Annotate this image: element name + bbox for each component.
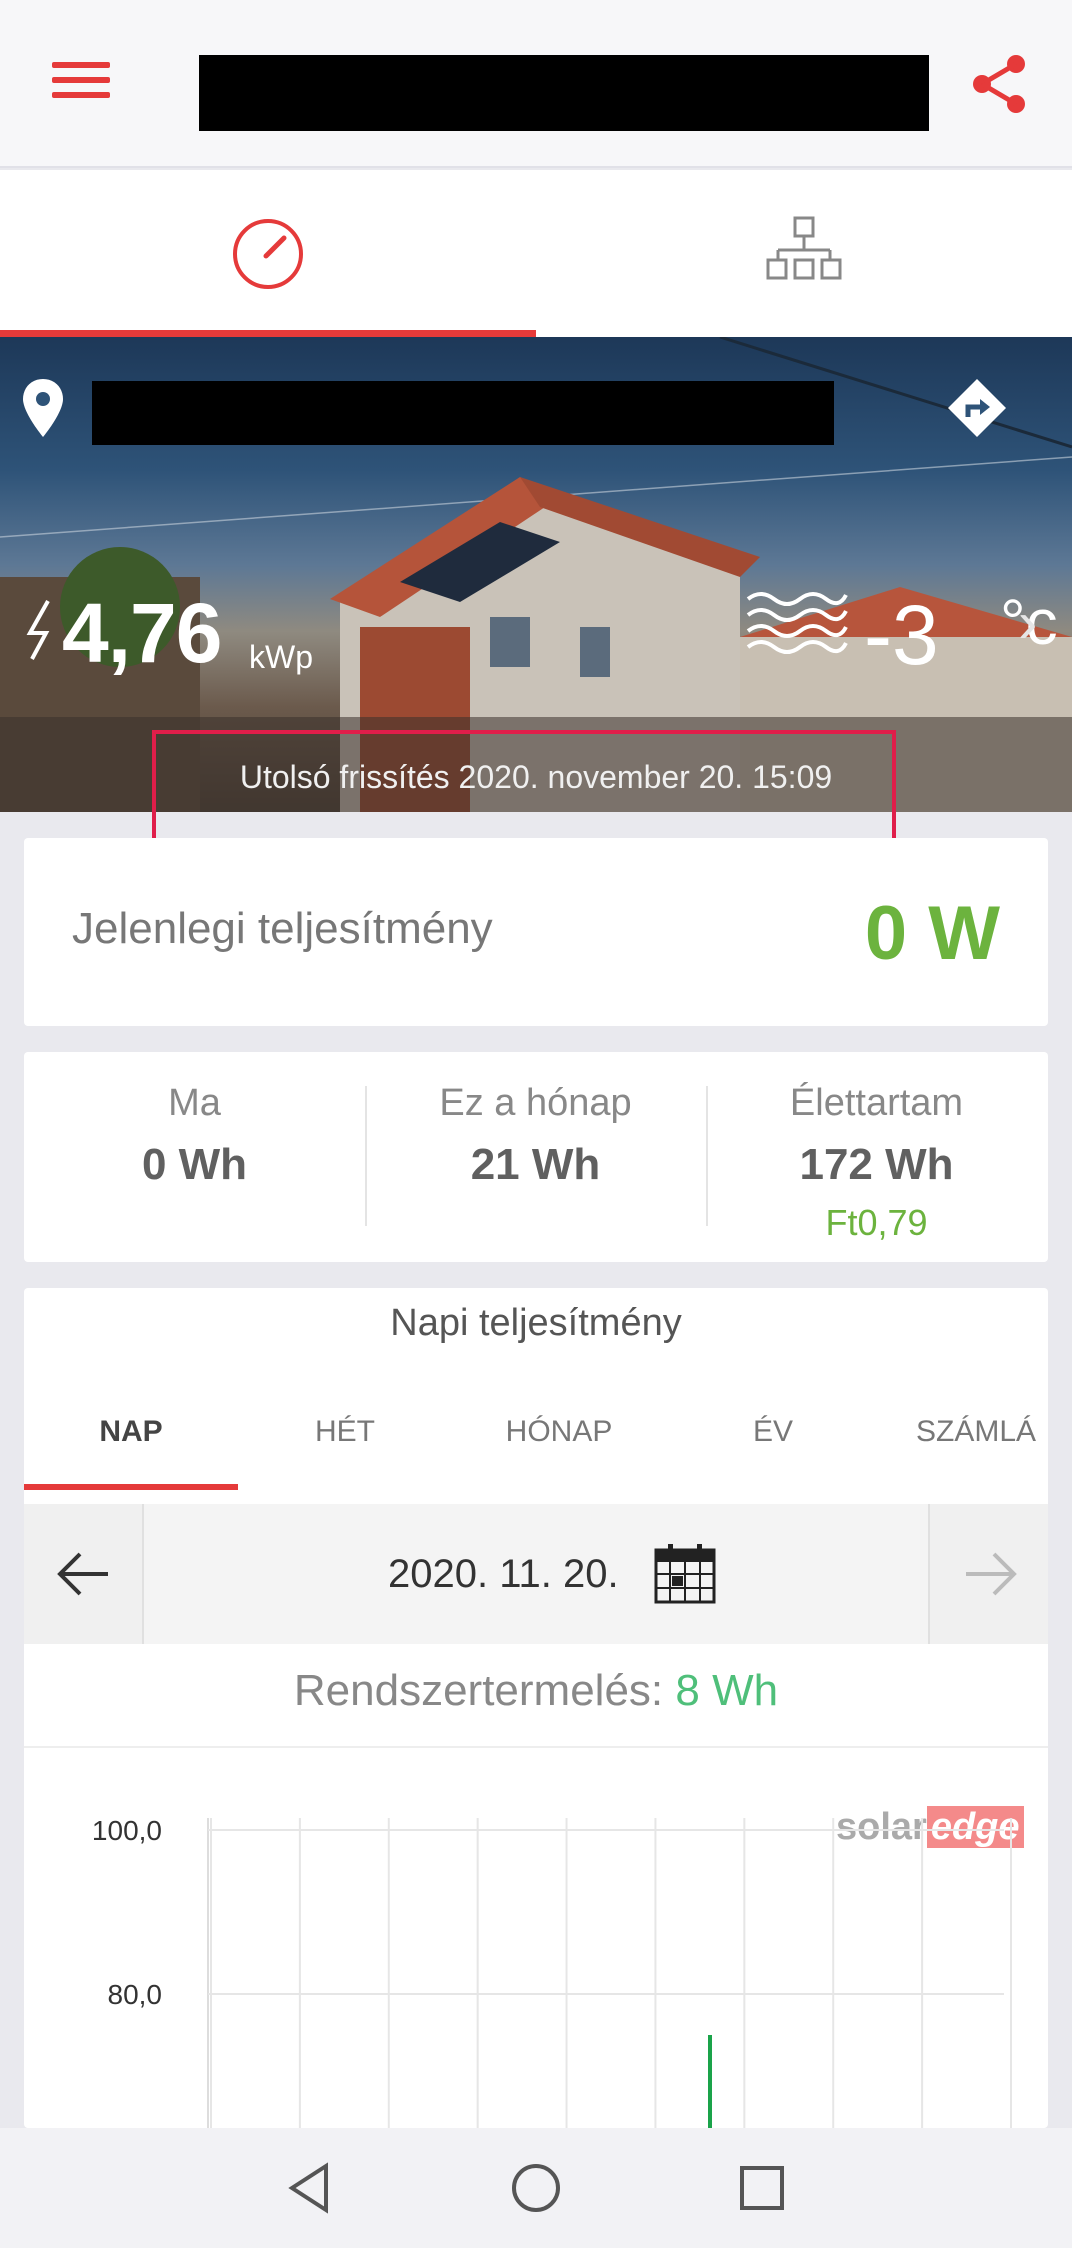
divider <box>24 1746 1048 1748</box>
menu-icon[interactable] <box>52 58 114 102</box>
recents-icon[interactable] <box>732 2158 792 2218</box>
fog-weather-icon <box>746 592 848 654</box>
period-tab-indicator <box>24 1484 238 1490</box>
previous-date-button[interactable] <box>24 1504 144 1644</box>
stat-label: Ez a hónap <box>439 1082 632 1124</box>
gauge-icon <box>233 218 303 289</box>
daily-performance-card: Napi teljesítmény NAP HÉT HÓNAP ÉV SZÁML… <box>24 1288 1048 2128</box>
system-production-label: Rendszertermelés: <box>293 1666 664 1715</box>
stat-value: 172 Wh <box>799 1140 954 1189</box>
site-layout-icon <box>766 216 842 279</box>
energy-stats-card: Ma 0 Wh Ez a hónap 21 Wh Élettartam 172 … <box>24 1052 1048 1262</box>
daily-title: Napi teljesítmény <box>390 1302 682 1344</box>
stat-today: Ma 0 Wh <box>24 1052 365 1262</box>
tab-year[interactable]: ÉV <box>666 1372 880 1492</box>
back-icon[interactable] <box>282 2158 342 2218</box>
stat-money-value: Ft0,79 <box>825 1202 928 1243</box>
current-power-card: Jelenlegi teljesítmény 0 W <box>24 838 1048 1026</box>
system-production: Rendszertermelés: 8 Wh <box>24 1666 1048 1716</box>
period-tabs: NAP HÉT HÓNAP ÉV SZÁMLÁ <box>24 1372 1048 1492</box>
arrow-right-icon <box>966 1552 1017 1596</box>
tab-indicator <box>0 330 536 337</box>
stat-this-month: Ez a hónap 21 Wh <box>365 1052 706 1262</box>
peak-power-value: 4,76 <box>62 586 222 680</box>
temperature-value: -3 <box>864 588 939 682</box>
current-power-value: 0 W <box>864 891 1000 976</box>
main-tabs <box>0 170 1072 337</box>
selected-date: 2020. 11. 20. <box>388 1552 619 1596</box>
location-pin-icon <box>23 379 63 437</box>
stat-value: 0 Wh <box>141 1140 248 1189</box>
directions-icon[interactable] <box>946 377 1008 439</box>
stat-label: Ma <box>168 1082 221 1124</box>
next-date-button[interactable] <box>928 1504 1048 1644</box>
share-icon[interactable] <box>970 52 1030 116</box>
tab-layout[interactable] <box>536 170 1072 337</box>
arrow-left-icon <box>57 1552 108 1596</box>
tab-dashboard[interactable] <box>0 170 536 337</box>
stat-value: 21 Wh <box>470 1140 601 1189</box>
next-chevron-icon[interactable]: › <box>1018 589 1037 656</box>
calendar-icon[interactable] <box>654 1544 716 1604</box>
redacted-site-title <box>199 55 929 131</box>
date-navigator: 2020. 11. 20. <box>24 1504 1048 1644</box>
stat-label: Élettartam <box>789 1082 964 1124</box>
chart-y-tick-label: 100,0 <box>92 1815 162 1846</box>
tab-month[interactable]: HÓNAP <box>452 1372 666 1492</box>
stat-lifetime: Élettartam 172 Wh Ft0,79 <box>706 1052 1047 1262</box>
redacted-address <box>92 381 834 445</box>
highlight-box <box>152 730 896 846</box>
tab-day[interactable]: NAP <box>24 1372 238 1492</box>
bolt-icon <box>26 600 50 660</box>
chart-y-tick-label: 80,0 <box>108 1979 163 2010</box>
tab-billing[interactable]: SZÁMLÁ <box>880 1372 1048 1492</box>
home-icon[interactable] <box>506 2158 566 2218</box>
peak-power-unit: kWp <box>249 639 313 675</box>
current-power-label: Jelenlegi teljesítmény <box>72 904 493 953</box>
daily-production-chart: 100,0 80,0 <box>92 1815 1012 2128</box>
system-production-value: 8 Wh <box>675 1666 779 1715</box>
app-bar <box>0 0 1072 168</box>
system-navigation-bar <box>0 2128 1072 2248</box>
tab-week[interactable]: HÉT <box>238 1372 452 1492</box>
